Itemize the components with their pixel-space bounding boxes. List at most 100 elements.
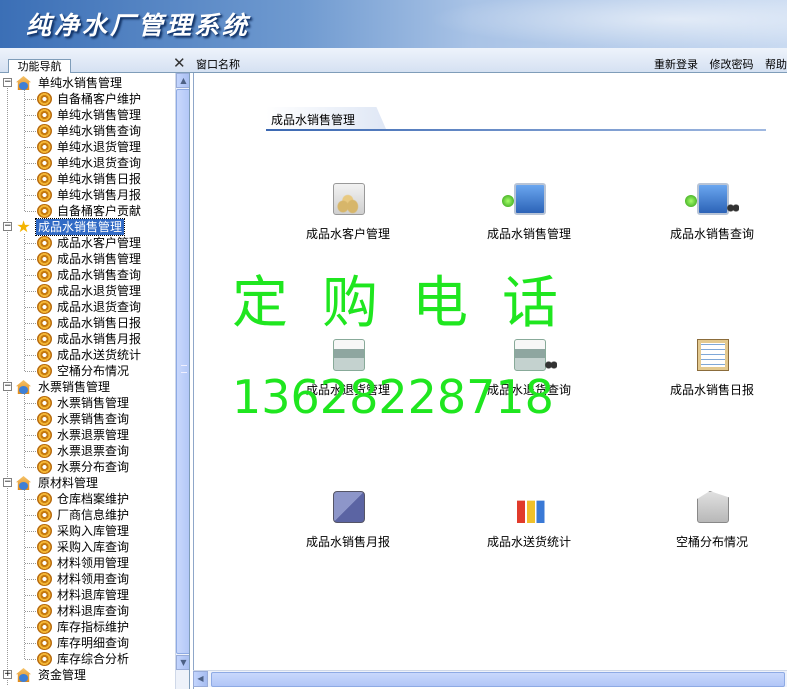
tree-item[interactable]: 水票退票管理 [0,427,174,443]
tree-item[interactable]: 成品水销售月报 [0,331,174,347]
tree-item[interactable]: 成品水销售日报 [0,315,174,331]
tree-item[interactable]: 空桶分布情况 [0,363,174,379]
tab-function-nav[interactable]: 功能导航 [8,59,71,73]
function-tile[interactable]: 空桶分布情况 [637,491,787,561]
tree-item[interactable]: 材料退库管理 [0,587,174,603]
function-tile[interactable]: 成品水销售月报 [273,491,423,561]
function-tile[interactable]: 成品水送货统计 [454,491,604,561]
tree-item[interactable]: 成品水退货管理 [0,283,174,299]
delivery-chart-icon[interactable] [514,500,546,523]
function-tile[interactable]: 成品水退货管理 [273,339,423,409]
tree-item[interactable]: 库存综合分析 [0,651,174,667]
help-link[interactable]: 帮助 [765,58,787,71]
tree-item[interactable]: 水票退票查询 [0,443,174,459]
tree-item[interactable]: 单纯水退货管理 [0,139,174,155]
relogin-link[interactable]: 重新登录 [654,58,698,71]
tree-item[interactable]: 采购入库查询 [0,539,174,555]
scroll-thumb[interactable] [176,89,189,654]
tree-item[interactable]: 成品水退货查询 [0,299,174,315]
gear-icon [37,124,52,138]
return-search-icon[interactable] [514,339,557,371]
tree-group-label: 成品水销售管理 [34,218,126,236]
bucket-distribution-icon[interactable] [697,491,729,523]
tree-item[interactable]: 单纯水退货查询 [0,155,174,171]
gear-icon [37,268,52,282]
tree-item-label: 成品水退货查询 [57,300,142,314]
hscroll-thumb[interactable] [211,672,785,687]
tree-item[interactable]: 单纯水销售管理 [0,107,174,123]
tree-item-label: 成品水销售管理 [57,252,142,266]
tree-item[interactable]: 单纯水销售查询 [0,123,174,139]
gear-icon [37,396,52,410]
tree-item[interactable]: 材料退库查询 [0,603,174,619]
tree-scrollbar[interactable]: ▲ ▼ [175,73,189,689]
tree-item[interactable]: 成品水销售查询 [0,267,174,283]
tree-item[interactable]: 水票销售管理 [0,395,174,411]
top-actions: 重新登录 修改密码 帮助 [646,56,787,72]
tree-group[interactable]: − ★ 成品水销售管理 [0,218,174,236]
function-tile[interactable]: 成品水退货查询 [454,339,604,409]
tree-item[interactable]: 材料领用查询 [0,571,174,587]
collapse-icon[interactable]: − [3,478,12,487]
function-tile[interactable]: 成品水客户管理 [273,183,423,253]
tree-item[interactable]: 仓库档案维护 [0,491,174,507]
nav-tree-panel: − 单纯水销售管理 自备桶客户维护 单纯水销售管理 单纯水销售查询 单纯水退货管理 单纯水退… [0,73,190,689]
tree-item[interactable]: 成品水销售管理 [0,251,174,267]
main-content: 成品水销售管理 成品水客户管理 成品水销售管理 成品水销售查询 成品水退货管理 成品水退… [193,73,787,689]
gear-icon [37,188,52,202]
tree-item[interactable]: 库存明细查询 [0,635,174,651]
scroll-left-button[interactable]: ◀ [193,671,208,687]
search-monitor-icon[interactable] [685,183,739,215]
return-printer-icon[interactable] [333,339,365,371]
tree-item-label: 材料领用查询 [57,572,130,586]
scroll-up-button[interactable]: ▲ [176,73,189,88]
function-tile[interactable]: 成品水销售日报 [637,339,787,409]
collapse-icon[interactable]: − [3,222,12,231]
tree-item[interactable]: 水票销售查询 [0,411,174,427]
customer-stack-icon[interactable] [333,183,365,215]
collapse-icon[interactable]: − [3,382,12,391]
tile-label[interactable]: 成品水销售查询 [637,225,787,242]
tree-item[interactable]: 单纯水销售月报 [0,187,174,203]
tree-item[interactable]: 库存指标维护 [0,619,174,635]
daily-report-icon[interactable] [697,339,729,371]
tree-item[interactable]: 采购入库管理 [0,523,174,539]
collapse-icon[interactable]: − [3,78,12,87]
tile-label[interactable]: 空桶分布情况 [637,533,787,550]
tree-item-label: 水票销售管理 [57,396,130,410]
tree-group[interactable]: − 单纯水销售管理 [0,75,174,91]
tab-bar: 功能导航 ✕ 窗口名称 重新登录 修改密码 帮助 [0,48,787,73]
function-tile[interactable]: 成品水销售查询 [637,183,787,253]
expand-icon[interactable]: + [3,670,12,679]
tree-item[interactable]: 材料领用管理 [0,555,174,571]
gear-icon [37,108,52,122]
gear-icon [37,556,52,570]
gear-icon [37,156,52,170]
tile-label[interactable]: 成品水客户管理 [273,225,423,242]
tile-label[interactable]: 成品水退货管理 [273,381,423,398]
tree-group[interactable]: + 资金管理 [0,667,174,683]
tile-label[interactable]: 成品水销售管理 [454,225,604,242]
tree-item[interactable]: 成品水送货统计 [0,347,174,363]
tree-item[interactable]: 成品水客户管理 [0,235,174,251]
tile-label[interactable]: 成品水销售月报 [273,533,423,550]
tile-label[interactable]: 成品水送货统计 [454,533,604,550]
change-password-link[interactable]: 修改密码 [710,58,754,71]
sales-monitor-icon[interactable] [502,183,546,215]
tile-label[interactable]: 成品水退货查询 [454,381,604,398]
tree-item-label: 库存明细查询 [57,636,130,650]
main-hscrollbar[interactable]: ◀ [193,670,787,687]
close-icon[interactable]: ✕ [173,56,186,71]
scroll-down-button[interactable]: ▼ [176,655,189,670]
tree-item[interactable]: 单纯水销售日报 [0,171,174,187]
monthly-report-icon[interactable] [333,491,365,523]
tree-item[interactable]: 厂商信息维护 [0,507,174,523]
tree-item[interactable]: 自备桶客户维护 [0,91,174,107]
tree-group[interactable]: − 原材料管理 [0,475,174,491]
tree-item-label: 材料退库查询 [57,604,130,618]
function-tile[interactable]: 成品水销售管理 [454,183,604,253]
tree-group[interactable]: − 水票销售管理 [0,379,174,395]
gear-icon [37,140,52,154]
tile-label[interactable]: 成品水销售日报 [637,381,787,398]
tree-item[interactable]: 水票分布查询 [0,459,174,475]
